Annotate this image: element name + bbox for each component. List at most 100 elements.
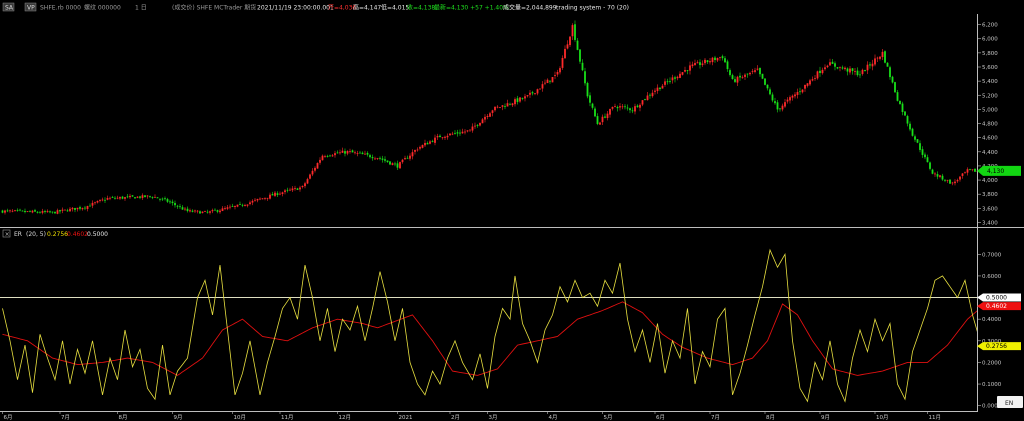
candle-body bbox=[581, 62, 584, 71]
candle-body bbox=[589, 95, 591, 103]
candle-body bbox=[696, 62, 699, 64]
candle-body bbox=[646, 95, 649, 101]
language-button[interactable]: EN bbox=[997, 396, 1023, 408]
candle-body bbox=[559, 68, 561, 73]
candle-body bbox=[299, 187, 301, 190]
strategy-label: trading system - 70 (20) bbox=[556, 5, 629, 12]
candle-body bbox=[816, 71, 819, 79]
candle-body bbox=[829, 62, 831, 66]
candle-body bbox=[594, 108, 596, 117]
candle-body bbox=[819, 70, 821, 74]
indicator-name: ER bbox=[14, 231, 22, 238]
candle-body bbox=[286, 189, 289, 191]
candle-body bbox=[434, 137, 436, 143]
low-value: 低=4,015 bbox=[381, 4, 409, 12]
candle-body bbox=[511, 103, 514, 106]
candle-body bbox=[384, 159, 386, 161]
candle-body bbox=[304, 183, 306, 187]
candle-body bbox=[386, 160, 389, 163]
candle-body bbox=[784, 102, 786, 107]
candle-body bbox=[554, 75, 556, 76]
last-value: 最新=4,130 +57 +1.40% bbox=[434, 4, 509, 12]
candle-body bbox=[656, 87, 659, 92]
candle-body bbox=[621, 106, 624, 108]
candle-body bbox=[909, 123, 911, 130]
candle-body bbox=[391, 163, 394, 165]
indicator-header: × ER (20, 5) 0.2756 0.4602 0.5000 bbox=[2, 229, 108, 238]
time-axis-label: 5月 bbox=[604, 414, 613, 421]
candle-body bbox=[424, 142, 426, 146]
candle-body bbox=[756, 68, 759, 70]
candle-body bbox=[99, 200, 101, 201]
candle-body bbox=[746, 73, 749, 75]
candle-body bbox=[954, 181, 956, 184]
candle-body bbox=[366, 152, 369, 155]
candle-body bbox=[61, 209, 64, 211]
candle-body bbox=[884, 51, 886, 63]
candle-body bbox=[114, 197, 116, 199]
candle-body bbox=[261, 198, 264, 200]
candle-body bbox=[906, 116, 909, 124]
candle-body bbox=[921, 149, 924, 155]
candle-body bbox=[201, 211, 204, 213]
candle-body bbox=[449, 133, 451, 136]
candle-body bbox=[551, 77, 554, 83]
candle-body bbox=[576, 40, 579, 50]
candle-body bbox=[156, 197, 159, 199]
candle-body bbox=[436, 136, 439, 138]
candle-body bbox=[719, 57, 721, 59]
candle-body bbox=[766, 84, 769, 89]
candle-body bbox=[171, 201, 174, 204]
candle-body bbox=[604, 116, 606, 118]
candle-body bbox=[636, 105, 639, 108]
close-icon: × bbox=[5, 231, 10, 238]
candle-body bbox=[634, 106, 636, 112]
candle-body bbox=[731, 75, 734, 79]
candle-body bbox=[471, 126, 474, 131]
candle-body bbox=[119, 197, 121, 199]
candle-body bbox=[899, 100, 901, 105]
candle-body bbox=[716, 58, 719, 61]
trading-chart[interactable]: SA VP SHFE.rb 0000 螺纹 000000 1 日 (成交价) S… bbox=[0, 0, 1024, 421]
last-price-tag: 4,130 bbox=[977, 165, 1021, 176]
indicator-axis: 0.00050.10000.20000.30000.40000.50000.60… bbox=[977, 252, 1002, 410]
time-axis-label: 10月 bbox=[876, 414, 889, 421]
candle-body bbox=[574, 24, 576, 40]
candle-body bbox=[439, 135, 441, 138]
price-axis-label: 6,000 bbox=[982, 37, 998, 43]
candle-body bbox=[259, 198, 261, 200]
candle-body bbox=[776, 102, 779, 110]
indicator-axis-label: 0.2000 bbox=[982, 360, 1002, 366]
candle-body bbox=[489, 113, 491, 117]
price-axis: 3,4003,6003,8004,0004,2004,4004,6004,800… bbox=[977, 23, 998, 226]
er-ma-tag-label: 0.4602 bbox=[986, 303, 1007, 310]
indicator-axis-label: 0.4000 bbox=[982, 317, 1002, 323]
candle-body bbox=[204, 211, 206, 212]
candle-body bbox=[501, 105, 504, 107]
period-label: 1 日 bbox=[135, 5, 147, 12]
time-axis-label: 6月 bbox=[656, 414, 665, 421]
candle-body bbox=[429, 141, 431, 144]
candle-body bbox=[116, 197, 119, 199]
candle-body bbox=[39, 212, 41, 214]
time-axis-label: 12月 bbox=[339, 414, 352, 421]
candle-body bbox=[249, 202, 251, 205]
candle-body bbox=[404, 158, 406, 160]
candle-body bbox=[356, 153, 359, 154]
candle-body bbox=[541, 84, 544, 89]
candle-body bbox=[874, 58, 876, 65]
price-axis-label: 3,600 bbox=[982, 206, 998, 212]
candle-body bbox=[9, 210, 11, 212]
candle-body bbox=[664, 81, 666, 85]
candle-body bbox=[629, 108, 631, 111]
time-axis: 6月 7月 8月 9月 10月 11月 12月 2021 2月 3月 4月 5月 6月 7月 8月 9月 10月… bbox=[2, 411, 941, 421]
chart-header: SA VP SHFE.rb 0000 螺纹 000000 1 日 (成交价) S… bbox=[2, 2, 629, 12]
candle-body bbox=[186, 208, 189, 212]
candle-body bbox=[904, 111, 906, 116]
candle-body bbox=[946, 179, 949, 181]
candle-body bbox=[399, 162, 401, 169]
candle-body bbox=[264, 197, 266, 199]
candle-body bbox=[609, 109, 611, 115]
time-axis-label: 9月 bbox=[174, 414, 183, 421]
candle-body bbox=[41, 211, 44, 213]
